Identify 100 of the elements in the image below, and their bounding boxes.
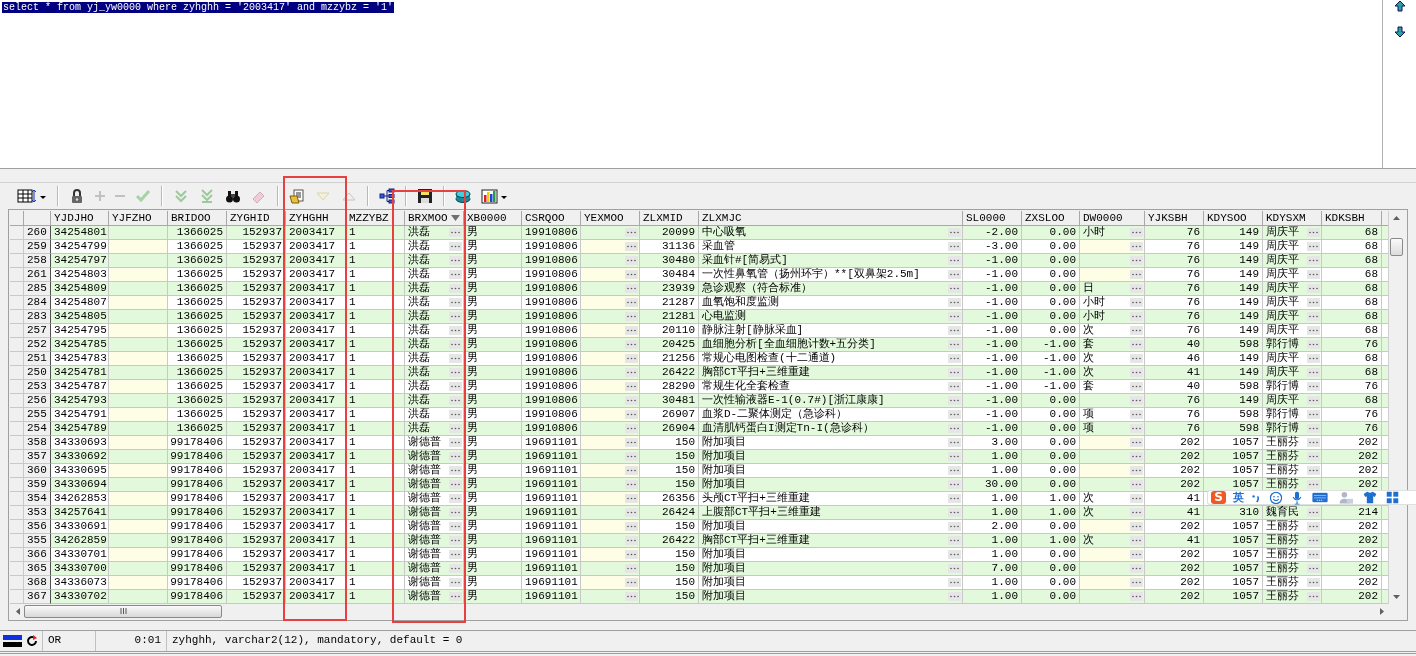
ellipsis-button[interactable]	[1130, 368, 1143, 377]
ellipsis-button[interactable]	[948, 466, 961, 475]
ellipsis-button[interactable]	[948, 424, 961, 433]
ellipsis-button[interactable]	[948, 550, 961, 559]
ellipsis-button[interactable]	[449, 424, 462, 433]
ellipsis-button[interactable]	[625, 438, 638, 447]
ellipsis-button[interactable]	[449, 326, 462, 335]
ellipsis-button[interactable]	[948, 438, 961, 447]
scroll-up-icon[interactable]	[1393, 216, 1400, 220]
ellipsis-button[interactable]	[625, 536, 638, 545]
ellipsis-button[interactable]	[948, 480, 961, 489]
ellipsis-button[interactable]	[1307, 298, 1320, 307]
ellipsis-button[interactable]	[625, 396, 638, 405]
ellipsis-button[interactable]	[1307, 270, 1320, 279]
ellipsis-button[interactable]	[948, 410, 961, 419]
ellipsis-button[interactable]	[449, 438, 462, 447]
ellipsis-button[interactable]	[449, 298, 462, 307]
column-header[interactable]: ZYHGHH	[286, 211, 346, 226]
column-header[interactable]: SL0000	[963, 211, 1022, 226]
ellipsis-button[interactable]	[449, 480, 462, 489]
ellipsis-button[interactable]	[948, 340, 961, 349]
ellipsis-button[interactable]	[1307, 242, 1320, 251]
ellipsis-button[interactable]	[1130, 382, 1143, 391]
ellipsis-button[interactable]	[625, 592, 638, 601]
ellipsis-button[interactable]	[449, 270, 462, 279]
ellipsis-button[interactable]	[449, 564, 462, 573]
ellipsis-button[interactable]	[1307, 410, 1320, 419]
ellipsis-button[interactable]	[1307, 256, 1320, 265]
ellipsis-button[interactable]	[1130, 494, 1143, 503]
ellipsis-button[interactable]	[1130, 536, 1143, 545]
ellipsis-button[interactable]	[1130, 592, 1143, 601]
keyboard-icon[interactable]	[1312, 492, 1328, 503]
ellipsis-button[interactable]	[625, 270, 638, 279]
ellipsis-button[interactable]	[1130, 438, 1143, 447]
scroll-thumb[interactable]	[1390, 238, 1403, 256]
ellipsis-button[interactable]	[625, 578, 638, 587]
ellipsis-button[interactable]	[948, 564, 961, 573]
ellipsis-button[interactable]	[1130, 312, 1143, 321]
ellipsis-button[interactable]	[1307, 480, 1320, 489]
ellipsis-button[interactable]	[625, 368, 638, 377]
column-header[interactable]: ZLXMJC	[699, 211, 963, 226]
ellipsis-button[interactable]	[1307, 396, 1320, 405]
ellipsis-button[interactable]	[1307, 564, 1320, 573]
smiley-icon[interactable]	[1269, 491, 1283, 504]
ellipsis-button[interactable]	[1307, 452, 1320, 461]
ellipsis-button[interactable]	[625, 550, 638, 559]
ellipsis-button[interactable]	[625, 340, 638, 349]
ellipsis-button[interactable]	[1130, 480, 1143, 489]
ellipsis-button[interactable]	[625, 410, 638, 419]
column-header[interactable]: YJDJHO	[51, 211, 109, 226]
ellipsis-button[interactable]	[625, 242, 638, 251]
ellipsis-button[interactable]	[625, 354, 638, 363]
ellipsis-button[interactable]	[625, 284, 638, 293]
ellipsis-button[interactable]	[1130, 550, 1143, 559]
ellipsis-button[interactable]	[449, 578, 462, 587]
ellipsis-button[interactable]	[948, 326, 961, 335]
scroll-thumb[interactable]	[24, 604, 222, 618]
ellipsis-button[interactable]	[449, 522, 462, 531]
ellipsis-button[interactable]	[1307, 578, 1320, 587]
column-header[interactable]: DW0000	[1080, 211, 1145, 226]
column-header[interactable]: KDYSXM	[1263, 211, 1322, 226]
ellipsis-button[interactable]	[449, 550, 462, 559]
ellipsis-button[interactable]	[625, 228, 638, 237]
ellipsis-button[interactable]	[1130, 452, 1143, 461]
ellipsis-button[interactable]	[948, 382, 961, 391]
ellipsis-button[interactable]	[449, 410, 462, 419]
column-header[interactable]: CSRQOO	[522, 211, 581, 226]
ellipsis-button[interactable]	[1307, 228, 1320, 237]
ellipsis-button[interactable]	[449, 242, 462, 251]
scroll-right-icon[interactable]	[1380, 607, 1384, 615]
ellipsis-button[interactable]	[948, 508, 961, 517]
ellipsis-button[interactable]	[948, 256, 961, 265]
ellipsis-button[interactable]	[1307, 550, 1320, 559]
ellipsis-button[interactable]	[1130, 326, 1143, 335]
ellipsis-button[interactable]	[1130, 284, 1143, 293]
ellipsis-button[interactable]	[948, 270, 961, 279]
ellipsis-button[interactable]	[1130, 228, 1143, 237]
ellipsis-button[interactable]	[1130, 396, 1143, 405]
ellipsis-button[interactable]	[625, 326, 638, 335]
ellipsis-button[interactable]	[449, 396, 462, 405]
ellipsis-button[interactable]	[948, 242, 961, 251]
column-header[interactable]: ZLXMID	[640, 211, 699, 226]
ellipsis-button[interactable]	[625, 424, 638, 433]
shirt-icon[interactable]	[1363, 491, 1377, 504]
ellipsis-button[interactable]	[625, 298, 638, 307]
input-mode-toggle[interactable]: 英	[1233, 491, 1244, 504]
ellipsis-button[interactable]	[1130, 564, 1143, 573]
ellipsis-button[interactable]	[948, 284, 961, 293]
ellipsis-button[interactable]	[625, 494, 638, 503]
ellipsis-button[interactable]	[1130, 242, 1143, 251]
ellipsis-button[interactable]	[1307, 340, 1320, 349]
ellipsis-button[interactable]	[948, 578, 961, 587]
column-header[interactable]: KDKSBH	[1322, 211, 1382, 226]
ellipsis-button[interactable]	[449, 508, 462, 517]
grid-menu-icon[interactable]	[1386, 491, 1399, 504]
ellipsis-button[interactable]	[625, 480, 638, 489]
ellipsis-button[interactable]	[948, 536, 961, 545]
ellipsis-button[interactable]	[449, 340, 462, 349]
ellipsis-button[interactable]	[449, 494, 462, 503]
scroll-down-icon[interactable]	[1393, 595, 1400, 599]
